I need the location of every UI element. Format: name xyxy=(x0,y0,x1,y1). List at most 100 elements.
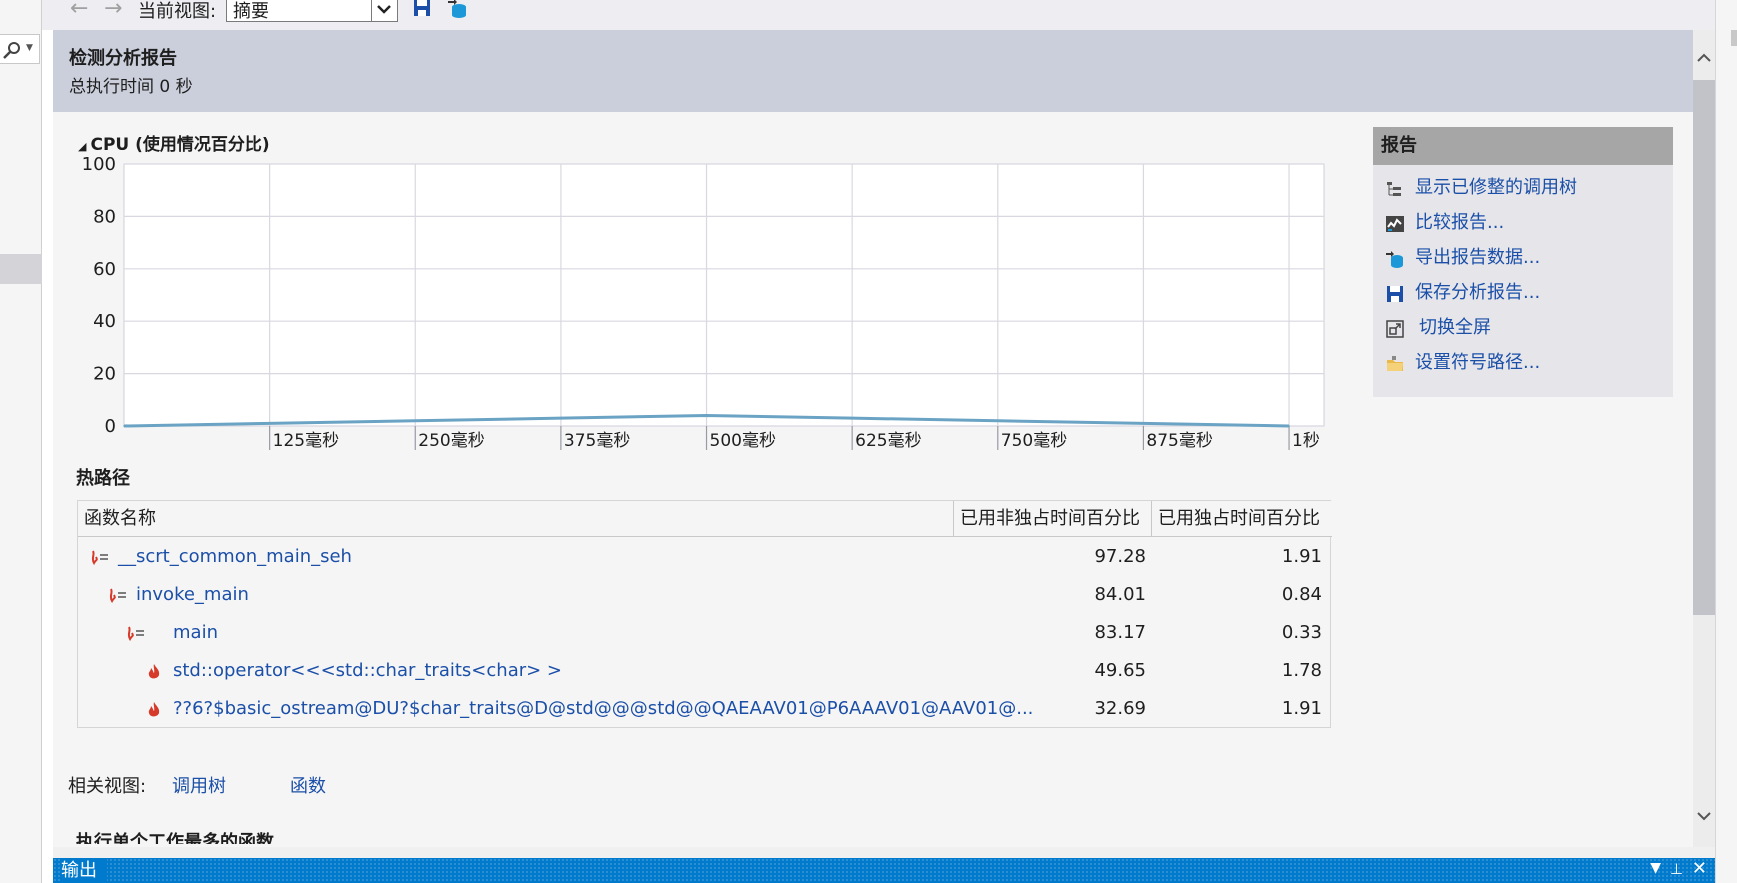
report-title: 检测分析报告 xyxy=(69,48,177,69)
link-label: 比较报告... xyxy=(1415,212,1505,233)
left-selected-item[interactable] xyxy=(0,254,42,284)
cpu-usage-data-point xyxy=(1288,425,1290,427)
chart-x-tick-label: 250毫秒 xyxy=(418,431,484,450)
reports-panel: 报告 显示已修整的调用树 比较报告... 导出报告数据... 保存分析报告... xyxy=(1373,127,1673,397)
exclusive-time-value: 1.91 xyxy=(1281,698,1322,719)
forward-arrow-icon[interactable]: → xyxy=(104,0,122,20)
current-view-select[interactable]: 摘要 xyxy=(226,0,398,22)
inclusive-time-value: 83.17 xyxy=(1094,622,1146,643)
fullscreen-icon xyxy=(1386,320,1404,338)
current-view-label: 当前视图: xyxy=(138,1,217,22)
scrollbar-thumb[interactable] xyxy=(1693,80,1715,615)
report-header: 检测分析报告 总执行时间 0 秒 xyxy=(53,30,1693,112)
view-dropdown-button[interactable] xyxy=(371,0,397,21)
back-arrow-icon[interactable]: ← xyxy=(70,0,88,20)
functions-link[interactable]: 函数 xyxy=(290,772,326,798)
exclusive-time-value: 0.84 xyxy=(1281,584,1322,605)
chevron-down-icon[interactable]: ▼ xyxy=(26,43,33,53)
inclusive-time-value: 32.69 xyxy=(1094,698,1146,719)
output-panel-titlebar[interactable]: 输出 ▼ ⊥ ✕ xyxy=(53,858,1715,883)
export-data-icon[interactable] xyxy=(446,0,468,22)
cpu-usage-data-point xyxy=(1142,422,1145,425)
hot-path-title: 热路径 xyxy=(76,468,130,489)
chart-y-tick-label: 20 xyxy=(93,364,116,385)
pin-icon[interactable]: ⊥ xyxy=(1670,860,1683,878)
folder-icon xyxy=(1387,356,1403,371)
related-views-label: 相关视图: xyxy=(68,776,147,797)
output-separator xyxy=(53,847,1715,858)
left-search-box[interactable]: ▼ xyxy=(0,34,40,64)
exclusive-time-value: 1.91 xyxy=(1281,546,1322,567)
hot-path-icon xyxy=(109,588,126,603)
reports-panel-title: 报告 xyxy=(1373,127,1673,165)
link-label: 切换全屏 xyxy=(1419,317,1491,338)
table-row[interactable]: std::operator<<<std::char_traits<char> >… xyxy=(78,652,1330,690)
link-label: 设置符号路径... xyxy=(1415,352,1541,373)
link-label: 导出报告数据... xyxy=(1415,247,1541,268)
function-name-link[interactable]: __scrt_common_main_seh xyxy=(118,538,352,576)
output-panel-title: 输出 xyxy=(61,859,107,883)
inclusive-time-value: 49.65 xyxy=(1094,660,1146,681)
flame-icon xyxy=(148,702,160,717)
chart-x-tick-label: 375毫秒 xyxy=(564,431,630,450)
link-label: 保存分析报告... xyxy=(1415,282,1541,303)
cpu-usage-data-point xyxy=(851,417,853,419)
function-name-link[interactable]: main xyxy=(173,614,218,652)
table-row[interactable]: main 83.17 0.33 xyxy=(78,614,1330,652)
function-name-link[interactable]: std::operator<<<std::char_traits<char> > xyxy=(173,652,562,690)
chart-x-tick-label: 500毫秒 xyxy=(710,431,776,450)
scroll-down-icon[interactable] xyxy=(1696,808,1712,824)
chart-x-tick-label: 750毫秒 xyxy=(1001,431,1067,450)
function-name-link[interactable]: invoke_main xyxy=(136,576,249,614)
inclusive-time-value: 84.01 xyxy=(1094,584,1146,605)
table-row[interactable]: ??6?$basic_ostream@DU?$char_traits@D@std… xyxy=(78,690,1330,728)
cpu-usage-data-point xyxy=(268,422,271,425)
left-panel xyxy=(0,0,42,883)
save-icon xyxy=(1387,286,1403,302)
inclusive-time-value: 97.28 xyxy=(1094,546,1146,567)
chart-y-tick-label: 40 xyxy=(93,311,116,332)
current-view-value: 摘要 xyxy=(233,1,269,22)
hot-path-table: 函数名称 已用非独占时间百分比 已用独占时间百分比 __scrt_common_… xyxy=(77,500,1332,728)
function-name-link[interactable]: ??6?$basic_ostream@DU?$char_traits@D@std… xyxy=(173,690,1033,728)
search-icon xyxy=(3,42,20,59)
hot-path-icon xyxy=(91,550,108,565)
cpu-usage-data-point xyxy=(123,425,125,427)
cpu-usage-data-point xyxy=(705,414,708,417)
exclusive-time-value: 0.33 xyxy=(1281,622,1322,643)
chart-x-tick-label: 1秒 xyxy=(1292,431,1320,450)
hot-path-icon xyxy=(127,626,144,641)
chart-y-tick-label: 80 xyxy=(93,206,116,227)
compare-icon xyxy=(1386,216,1404,232)
link-label: 显示已修整的调用树 xyxy=(1415,177,1577,198)
chart-x-tick-label: 125毫秒 xyxy=(273,431,339,450)
export-icon xyxy=(1386,251,1403,268)
flame-icon xyxy=(148,664,160,679)
chart-y-tick-label: 0 xyxy=(105,416,116,437)
chart-y-tick-label: 60 xyxy=(93,259,116,280)
save-icon[interactable] xyxy=(412,0,432,22)
functions-section-title: 执行单个工作最多的函数 xyxy=(76,832,274,844)
call-tree-link[interactable]: 调用树 xyxy=(172,772,226,798)
call-tree-icon xyxy=(1387,182,1401,196)
close-icon[interactable]: ✕ xyxy=(1692,858,1707,879)
scroll-up-icon[interactable] xyxy=(1696,50,1712,66)
table-row[interactable]: invoke_main 84.01 0.84 xyxy=(78,576,1330,614)
column-header-exclusive-time[interactable]: 已用独占时间百分比 xyxy=(1152,501,1332,537)
total-execution-time: 总执行时间 0 秒 xyxy=(69,77,193,97)
chart-x-tick-label: 875毫秒 xyxy=(1146,431,1212,450)
chevron-down-icon xyxy=(377,5,391,14)
right-edge-panel xyxy=(1715,0,1737,883)
cpu-usage-chart: 100 80 60 40 20 0 125毫秒 250毫秒 375毫秒 500毫秒 625毫秒 750… xyxy=(82,154,1325,450)
cpu-usage-data-point xyxy=(996,419,999,422)
dropdown-icon[interactable]: ▼ xyxy=(1650,860,1661,876)
column-header-function-name[interactable]: 函数名称 xyxy=(78,501,954,537)
column-header-inclusive-time[interactable]: 已用非独占时间百分比 xyxy=(954,501,1152,537)
cpu-usage-data-point xyxy=(414,419,417,422)
right-edge-grip[interactable] xyxy=(1731,30,1737,46)
exclusive-time-value: 1.78 xyxy=(1281,660,1322,681)
cpu-usage-data-point xyxy=(560,417,562,419)
chart-y-tick-label: 100 xyxy=(82,154,116,175)
table-row[interactable]: __scrt_common_main_seh 97.28 1.91 xyxy=(78,538,1330,576)
chart-x-tick-label: 625毫秒 xyxy=(855,431,921,450)
